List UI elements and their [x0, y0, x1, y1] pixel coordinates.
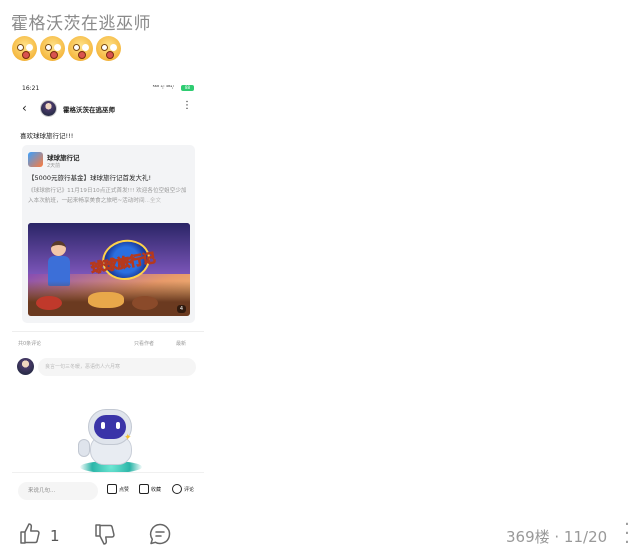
card-image: 球球旅行记 4	[28, 223, 190, 316]
like-button[interactable]	[18, 522, 42, 546]
more-vertical-icon[interactable]: · · ·	[620, 516, 634, 552]
mascot-face	[94, 415, 126, 439]
comment-input: 良言一句三冬暖，恶语伤人六月寒	[38, 358, 196, 376]
avatar	[40, 100, 57, 117]
collect-label: 收藏	[151, 486, 162, 493]
thumbs-up-icon	[107, 484, 117, 494]
floor-info: 369楼 · 11/20	[506, 528, 608, 546]
comment-label: 评论	[184, 486, 195, 493]
collect-action: 收藏	[139, 484, 161, 494]
more-vertical-icon: ⋮	[182, 100, 192, 111]
embedded-screenshot[interactable]: 16:21 ⁵⁶ᴳ ᵃᵢˡ ⁴ᴳᵃᵢˡ 88 ‹ 霍格沃茨在逃巫师 ⋮ 喜欢球球…	[12, 80, 204, 506]
empty-state-mascot: ✦	[74, 405, 146, 477]
only-author-toggle: 只看作者	[134, 341, 155, 347]
status-time: 16:21	[22, 85, 40, 92]
mascot-eye	[101, 422, 105, 429]
dislike-button[interactable]	[93, 522, 117, 546]
game-time: 2天前	[47, 163, 61, 169]
astonished-face-icon	[68, 36, 93, 61]
card-body: 《球球旅行记》11月19日10点正式首发!!! 欢迎各位空姐空少加入本次航班，一…	[28, 186, 190, 206]
topbar-user-name: 霍格沃茨在逃巫师	[63, 106, 115, 114]
image-character-head	[51, 241, 66, 256]
comment-count: 共0条评论	[18, 341, 42, 347]
bottom-comment-input: 来说几句...	[18, 482, 98, 500]
comment-icon	[172, 484, 182, 494]
screenshot-topbar: ‹ 霍格沃茨在逃巫师 ⋮	[12, 98, 204, 120]
card-headline: 【5000元旅行基金】球球旅行记首发大礼!	[28, 174, 152, 182]
divider	[12, 331, 204, 332]
game-app-icon	[28, 152, 43, 167]
avatar	[17, 358, 34, 375]
battery-icon: 88	[181, 85, 194, 91]
game-card: 球球旅行记 2天前 【5000元旅行基金】球球旅行记首发大礼! 《球球旅行记》1…	[22, 145, 195, 323]
post-content: 喜欢球球旅行记!!!	[20, 132, 74, 140]
food-plate	[132, 296, 158, 310]
comment-action: 评论	[172, 484, 194, 494]
like-count: 1	[50, 527, 60, 545]
sort-latest: 最新	[176, 341, 187, 347]
star-icon	[139, 484, 149, 494]
divider	[12, 472, 204, 473]
thumbs-up-icon	[20, 523, 40, 544]
post-title: 霍格沃茨在逃巫师	[11, 14, 151, 34]
astonished-face-icon	[40, 36, 65, 61]
like-label: 点赞	[119, 486, 130, 493]
signal-icon: ⁵⁶ᴳ ᵃᵢˡ ⁴ᴳᵃᵢˡ	[152, 85, 174, 91]
food-plate	[88, 292, 124, 308]
mascot-eye	[116, 422, 120, 429]
status-bar: 16:21 ⁵⁶ᴳ ᵃᵢˡ ⁴ᴳᵃᵢˡ 88	[12, 80, 204, 98]
astonished-face-icon	[12, 36, 37, 61]
emoji-row	[12, 36, 121, 61]
food-plate	[36, 296, 62, 310]
card-more-link: ...全文	[144, 198, 162, 204]
sparkle-icon: ✦	[124, 433, 132, 443]
back-arrow-icon: ‹	[22, 101, 27, 115]
astonished-face-icon	[96, 36, 121, 61]
mascot-arm	[78, 439, 90, 457]
thumbs-down-icon	[95, 524, 115, 545]
post-footer: 1 369楼 · 11/20 · · ·	[0, 516, 637, 554]
card-body-text: 《球球旅行记》11月19日10点正式首发!!! 欢迎各位空姐空少加入本次航班，一…	[28, 188, 187, 204]
comment-icon	[149, 523, 171, 545]
game-name: 球球旅行记	[47, 154, 80, 162]
image-count-badge: 4	[176, 305, 186, 313]
comment-button[interactable]	[148, 522, 172, 546]
like-action: 点赞	[107, 484, 129, 494]
